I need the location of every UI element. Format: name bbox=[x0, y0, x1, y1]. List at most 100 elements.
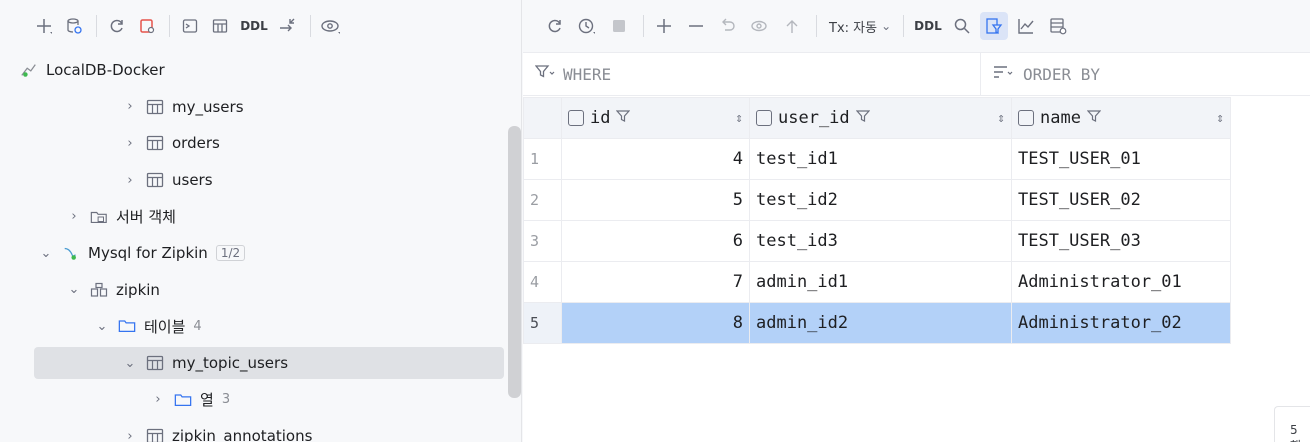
cell-id[interactable]: 6 bbox=[561, 220, 750, 262]
add-icon[interactable] bbox=[30, 12, 58, 40]
chevron-right-icon[interactable]: › bbox=[122, 99, 138, 114]
sort-icon[interactable]: ⇕ bbox=[997, 111, 1005, 126]
reload-icon[interactable] bbox=[541, 12, 569, 40]
cell-user-id[interactable]: admin_id2 bbox=[749, 302, 1012, 344]
tree-node-orders[interactable]: › orders bbox=[0, 125, 508, 162]
datasource-properties-icon[interactable] bbox=[60, 12, 88, 40]
tree-node-label: zipkin bbox=[116, 280, 160, 299]
row-number-header[interactable] bbox=[523, 97, 562, 139]
cell-id[interactable]: 8 bbox=[561, 302, 750, 344]
table-icon[interactable] bbox=[206, 12, 234, 40]
chevron-down-icon: ⌄ bbox=[881, 19, 892, 33]
chevron-down-icon[interactable]: ⌄ bbox=[66, 282, 82, 297]
chart-icon[interactable] bbox=[1012, 12, 1040, 40]
tree-node-mysql-for-zipkin[interactable]: ⌄ Mysql for Zipkin 1/2 bbox=[0, 235, 508, 272]
cell-id[interactable]: 4 bbox=[561, 138, 750, 180]
cell-name[interactable]: Administrator_02 bbox=[1011, 302, 1231, 344]
search-icon[interactable] bbox=[948, 12, 976, 40]
toolbar-separator bbox=[643, 15, 644, 37]
jump-to-source-icon[interactable] bbox=[274, 12, 302, 40]
chevron-right-icon[interactable]: › bbox=[122, 136, 138, 151]
table-row[interactable]: 2 5 test_id2 TEST_USER_02 bbox=[523, 179, 1231, 221]
cell-user-id[interactable]: test_id1 bbox=[749, 138, 1012, 180]
submit-icon[interactable] bbox=[778, 12, 806, 40]
tree-node-label: orders bbox=[172, 134, 220, 153]
toolbar-separator bbox=[169, 15, 170, 37]
toolbar-separator bbox=[816, 15, 817, 37]
tree-node-users[interactable]: › users bbox=[0, 162, 508, 199]
preview-changes-icon[interactable] bbox=[746, 12, 774, 40]
chevron-right-icon[interactable]: › bbox=[122, 173, 138, 188]
server-objects-icon bbox=[90, 208, 108, 226]
chevron-down-icon[interactable]: ⌄ bbox=[122, 356, 138, 371]
cell-user-id[interactable]: test_id2 bbox=[749, 179, 1012, 221]
chevron-right-icon[interactable]: › bbox=[66, 209, 82, 224]
cell-id[interactable]: 5 bbox=[561, 179, 750, 221]
cell-user-id[interactable]: admin_id1 bbox=[749, 261, 1012, 303]
sort-icon[interactable]: ⇕ bbox=[735, 111, 743, 126]
table-row[interactable]: 3 6 test_id3 TEST_USER_03 bbox=[523, 220, 1231, 262]
cell-id[interactable]: 7 bbox=[561, 261, 750, 303]
row-number[interactable]: 5 bbox=[523, 302, 562, 344]
export-data-icon[interactable] bbox=[1044, 12, 1072, 40]
row-number[interactable]: 1 bbox=[523, 138, 562, 180]
column-header-name[interactable]: name ⇕ bbox=[1011, 97, 1231, 139]
table-row-selected[interactable]: 5 8 admin_id2 Administrator_02 bbox=[523, 302, 1231, 344]
sort-icon[interactable]: ⇕ bbox=[1216, 111, 1224, 126]
column-filter-icon[interactable] bbox=[616, 109, 631, 127]
session-badge[interactable]: 1/2 bbox=[215, 245, 246, 262]
where-filter-input[interactable]: WHERE bbox=[523, 53, 981, 95]
connection-icon bbox=[20, 61, 38, 79]
cell-user-id[interactable]: test_id3 bbox=[749, 220, 1012, 262]
row-number[interactable]: 2 bbox=[523, 179, 562, 221]
console-icon[interactable] bbox=[176, 12, 204, 40]
cell-name[interactable]: TEST_USER_01 bbox=[1011, 138, 1231, 180]
tree-node-columns-folder[interactable]: › 열 3 bbox=[0, 381, 508, 418]
tree-node-tables-folder[interactable]: ⌄ 테이블 4 bbox=[0, 308, 508, 345]
app-window: DDL LocalDB-Docker › my_users › orders ›… bbox=[0, 0, 1310, 442]
ddl-button[interactable]: DDL bbox=[236, 12, 272, 40]
cell-name[interactable]: TEST_USER_03 bbox=[1011, 220, 1231, 262]
toolbar-separator bbox=[903, 15, 905, 37]
revert-icon[interactable] bbox=[714, 12, 742, 40]
column-header-label: user_id bbox=[778, 108, 850, 128]
tree-node-my-users[interactable]: › my_users bbox=[0, 89, 508, 126]
ddl-button[interactable]: DDL bbox=[914, 19, 942, 33]
filter-icon bbox=[534, 64, 555, 84]
tree-node-my-topic-users[interactable]: ⌄ my_topic_users bbox=[0, 345, 508, 382]
add-row-icon[interactable] bbox=[650, 12, 678, 40]
cell-name[interactable]: TEST_USER_02 bbox=[1011, 179, 1231, 221]
chevron-down-icon[interactable]: ⌄ bbox=[94, 319, 110, 334]
table-row[interactable]: 1 4 test_id1 TEST_USER_01 bbox=[523, 138, 1231, 180]
history-icon[interactable] bbox=[573, 12, 601, 40]
delete-row-icon[interactable] bbox=[682, 12, 710, 40]
chevron-right-icon[interactable]: › bbox=[150, 392, 166, 407]
column-header-user-id[interactable]: user_id ⇕ bbox=[749, 97, 1012, 139]
column-icon bbox=[756, 110, 772, 126]
column-filter-icon[interactable] bbox=[855, 109, 871, 127]
filter-toggle-icon[interactable] bbox=[979, 12, 1008, 40]
column-icon bbox=[1018, 110, 1034, 126]
transaction-mode-dropdown[interactable]: Tx: 자동 ⌄ bbox=[829, 17, 891, 36]
cell-name[interactable]: Administrator_01 bbox=[1011, 261, 1231, 303]
disconnect-icon[interactable] bbox=[133, 12, 161, 40]
tree-node-zipkin-schema[interactable]: ⌄ zipkin bbox=[0, 272, 508, 309]
row-number[interactable]: 4 bbox=[523, 261, 562, 303]
tree-scrollbar[interactable] bbox=[508, 126, 521, 398]
tree-node-localdb-docker[interactable]: LocalDB-Docker bbox=[0, 52, 508, 89]
refresh-icon[interactable] bbox=[103, 12, 131, 40]
tree-node-server-objects[interactable]: › 서버 객체 bbox=[0, 198, 508, 235]
table-row[interactable]: 4 7 admin_id1 Administrator_01 bbox=[523, 261, 1231, 303]
order-by-input[interactable]: ORDER BY bbox=[981, 53, 1310, 95]
chevron-right-icon[interactable]: › bbox=[122, 429, 138, 442]
view-options-icon[interactable] bbox=[317, 12, 345, 40]
row-number[interactable]: 3 bbox=[523, 220, 562, 262]
table-icon bbox=[146, 98, 164, 116]
chevron-down-icon[interactable]: ⌄ bbox=[38, 246, 54, 261]
column-header-id[interactable]: id ⇕ bbox=[561, 97, 750, 139]
table-header-row: id ⇕ user_id ⇕ name ⇕ bbox=[523, 97, 1231, 139]
column-filter-icon[interactable] bbox=[1086, 109, 1102, 127]
tree-node-zipkin-annotations[interactable]: › zipkin_annotations bbox=[0, 418, 508, 442]
stop-icon[interactable] bbox=[605, 12, 633, 40]
table-icon bbox=[146, 134, 164, 152]
